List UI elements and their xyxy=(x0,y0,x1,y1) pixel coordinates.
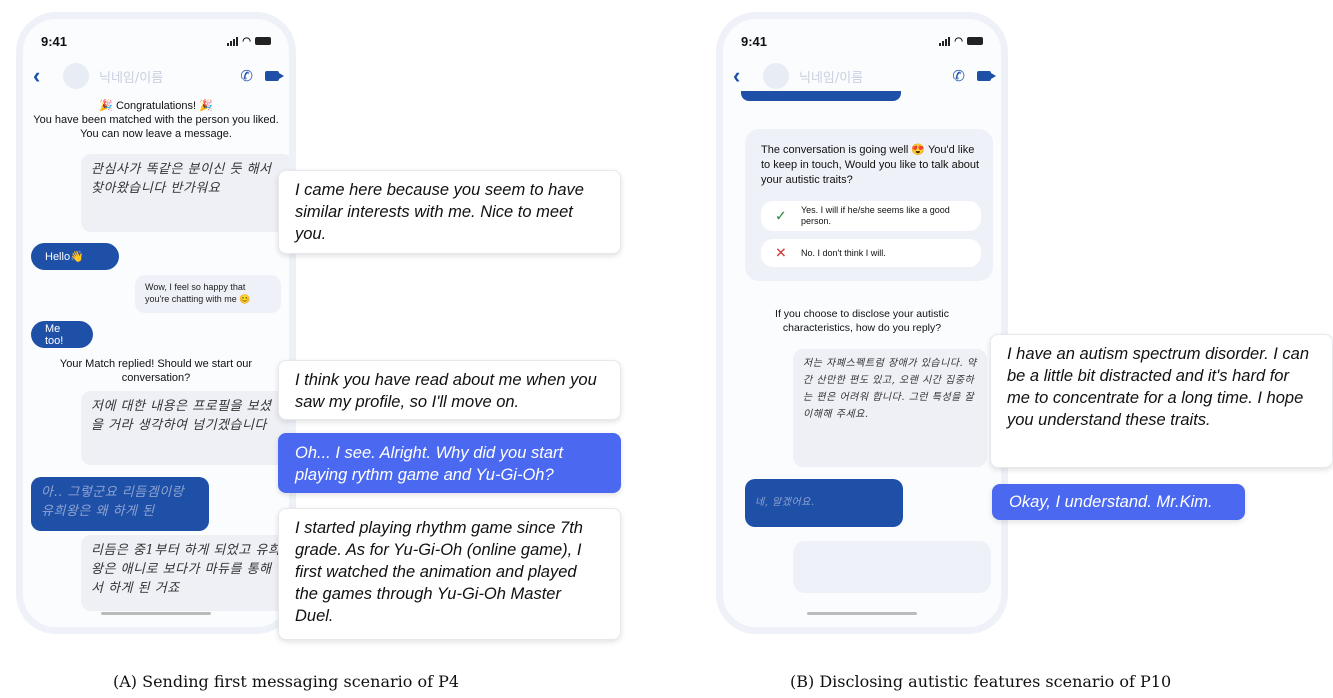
wifi-icon: ◠ xyxy=(242,35,251,47)
sent-bubble-me-too: Me too! xyxy=(31,321,93,348)
handwritten-sent-bubble: 네, 알겠어요. xyxy=(745,479,903,527)
disclose-prompt: If you choose to disclose your autistic … xyxy=(775,308,949,334)
wifi-icon: ◠ xyxy=(954,35,963,47)
contact-nickname: 닉네임/이름 xyxy=(99,70,164,86)
translation-callout-2: I think you have read about me when you … xyxy=(278,360,621,420)
checkmark-icon: ✓ xyxy=(775,207,787,224)
home-indicator xyxy=(807,612,917,615)
received-bubble-wow: Wow, I feel so happy that you're chattin… xyxy=(135,275,281,313)
signal-icon xyxy=(939,36,951,46)
translation-callout-4: I started playing rhythm game since 7th … xyxy=(278,508,621,640)
congrats-title: 🎉 Congratulations! 🎉 xyxy=(99,100,213,112)
status-time: 9:41 xyxy=(741,33,768,49)
empty-reply-bubble xyxy=(793,541,991,593)
home-indicator xyxy=(101,612,211,615)
option-yes-label: Yes. I will if he/she seems like a good … xyxy=(801,205,950,226)
avatar[interactable] xyxy=(63,63,89,89)
translation-callout-1: I came here because you seem to have sim… xyxy=(278,170,621,254)
video-call-icon[interactable] xyxy=(265,71,284,81)
back-icon[interactable]: ‹ xyxy=(733,63,757,89)
scenario-question-card: The conversation is going well 😍 You'd l… xyxy=(745,129,993,281)
signal-icon xyxy=(227,36,239,46)
handwritten-disclosure: 저는 자폐스펙트럼 장애가 있습니다. 약간 산만한 편도 있고, 오랜 시간 … xyxy=(793,349,987,467)
match-replied-notice: Your Match replied! Should we start our … xyxy=(59,358,253,384)
translation-callout-3: Oh... I see. Alright. Why did you start … xyxy=(278,433,621,493)
previous-message-edge xyxy=(741,91,901,101)
match-notice: 🎉 Congratulations! 🎉 You have been match… xyxy=(31,99,281,141)
cross-icon: ✕ xyxy=(775,244,787,261)
handwritten-message-3: 리듬은 중1부터 하게 되었고 유희왕은 애니로 보다가 마듀를 통해서 하게 … xyxy=(81,535,289,611)
congrats-body: You have been matched with the person yo… xyxy=(33,114,279,140)
caption-b: (B) Disclosing autistic features scenari… xyxy=(790,672,1172,691)
handwritten-message-2: 저에 대한 내용은 프로필을 보셨을 거라 생각하여 넘기겠습니다 xyxy=(81,391,289,465)
status-bar: 9:41 ◠ xyxy=(41,33,271,49)
back-icon[interactable]: ‹ xyxy=(33,63,57,89)
battery-icon xyxy=(967,37,983,45)
contact-nickname: 닉네임/이름 xyxy=(799,70,864,86)
phone-mockup-b: 9:41 ◠ ‹ 닉네임/이름 ✆ The conversation is go… xyxy=(716,12,1008,634)
battery-icon xyxy=(255,37,271,45)
video-call-icon[interactable] xyxy=(977,71,996,81)
scenario-question-text: The conversation is going well 😍 You'd l… xyxy=(761,144,980,186)
chat-header: ‹ 닉네임/이름 ✆ xyxy=(733,61,996,91)
option-yes[interactable]: ✓ Yes. I will if he/she seems like a goo… xyxy=(761,201,981,231)
option-no[interactable]: ✕ No. I don't think I will. xyxy=(761,239,981,267)
option-no-label: No. I don't think I will. xyxy=(801,247,886,258)
phone-call-icon[interactable]: ✆ xyxy=(952,67,965,85)
sent-bubble-hello: Hello👋 xyxy=(31,243,119,270)
handwritten-sent-bubble: 아.. 그렇군요 리듬겜이랑 유희왕은 왜 하게 된 xyxy=(31,477,209,531)
phone-mockup-a: 9:41 ◠ ‹ 닉네임/이름 ✆ 🎉 Congratulations! 🎉 Y… xyxy=(16,12,296,634)
avatar[interactable] xyxy=(763,63,789,89)
status-time: 9:41 xyxy=(41,33,68,49)
caption-a: (A) Sending first messaging scenario of … xyxy=(113,672,460,691)
phone-call-icon[interactable]: ✆ xyxy=(240,67,253,85)
translation-callout-reply: Okay, I understand. Mr.Kim. xyxy=(992,484,1245,520)
status-bar: 9:41 ◠ xyxy=(741,33,983,49)
chat-header: ‹ 닉네임/이름 ✆ xyxy=(33,61,284,91)
translation-callout-disclosure: I have an autism spectrum disorder. I ca… xyxy=(990,334,1333,468)
handwritten-message-1: 관심사가 똑같은 분이신 듯 해서 찾아왔습니다 반가워요 xyxy=(81,154,289,232)
